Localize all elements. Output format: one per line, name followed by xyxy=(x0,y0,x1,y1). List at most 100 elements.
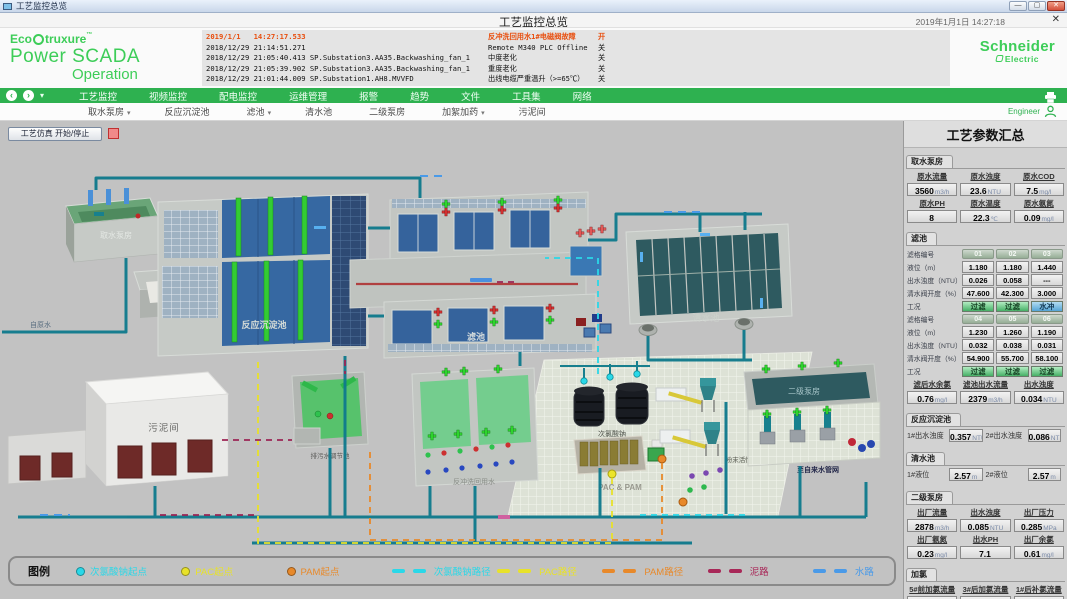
nav-item-tools[interactable]: 工具集 xyxy=(499,88,554,104)
alarm-source: 2018/12/29 21:01:44.009 SP.Substation1.A… xyxy=(206,74,488,85)
alarm-source: 2018/12/29 21:14:51.271 xyxy=(206,43,488,54)
cell-id: 02 xyxy=(996,249,1028,259)
secondary-pump-house[interactable]: 二级泵房 至自来水管网 xyxy=(744,359,880,474)
intake-pump-house[interactable]: 取水泵房 xyxy=(66,188,158,262)
value-box: 0.76mg/l xyxy=(907,391,957,404)
naclo-origin-icon xyxy=(76,567,85,576)
plant-diagram: 取水泵房 xyxy=(0,121,903,599)
legend-bar: 图例 次氯酸钠起点 PAC起点 PAM起点 次氯酸钠路径 PAC路径 xyxy=(8,556,896,586)
backwash-label: 反冲洗回用水 xyxy=(453,477,495,486)
cell-id: 05 xyxy=(996,314,1028,324)
nav-item-trend[interactable]: 趋势 xyxy=(397,88,442,104)
chevron-down-icon: ▾ xyxy=(268,110,272,117)
value-box: 0.09mg/l xyxy=(1014,210,1064,223)
back-button[interactable]: ‹ xyxy=(6,90,17,101)
subnav-dosing[interactable]: 加絮加药▾ xyxy=(442,105,485,118)
panel-section-intake: 取水泵房 原水流量3560m3/h 原水浊度23.6NTU 原水COD7.5mg… xyxy=(906,150,1065,225)
sludge-route-icon xyxy=(708,569,721,573)
subnav-intake[interactable]: 取水泵房▾ xyxy=(88,105,131,118)
eco-prefix: Eco xyxy=(10,32,32,46)
panel-section-clearwell: 清水池 1#液位 2.57m 2#液位 2.57m xyxy=(906,447,1065,484)
subnav-filter[interactable]: 滤池▾ xyxy=(247,105,272,118)
mode-badge: 过滤 xyxy=(996,301,1028,312)
alarm-row[interactable]: 2018/12/29 21:01:44.009 SP.Substation1.A… xyxy=(206,74,950,85)
alarm-row[interactable]: 2018/12/29 21:05:39.902 SP.Substation3.A… xyxy=(206,64,950,75)
sub-nav: 取水泵房▾ 反应沉淀池 滤池▾ 清水池 二级泵房 加絮加药▾ 污泥间 Engin… xyxy=(0,103,1067,121)
forward-button[interactable]: › xyxy=(23,90,34,101)
value-box: 0.038 xyxy=(996,339,1028,351)
chevron-down-icon: ▾ xyxy=(481,110,485,117)
sludge-house[interactable]: 污泥间 xyxy=(8,372,228,486)
alarm-row[interactable]: 2019/1/1 14:27:17.533 反冲洗回用水1#电磁阀故障 开 xyxy=(206,32,950,43)
inner-close-icon[interactable]: ✕ xyxy=(1052,14,1060,25)
mode-badge: 过滤 xyxy=(962,301,994,312)
value-box: 0.285MPa xyxy=(1014,519,1064,532)
naclo-route-icon xyxy=(392,569,405,573)
value-box: 0.031 xyxy=(1031,339,1063,351)
value-box: --- xyxy=(1031,274,1063,286)
section-tab: 反应沉淀池 xyxy=(906,413,961,426)
close-button[interactable]: ✕ xyxy=(1047,1,1065,11)
value-box: 0.086NTU xyxy=(1028,429,1062,442)
subnav-clearwell[interactable]: 清水池 xyxy=(305,105,335,118)
value-box: 0.058 xyxy=(996,274,1028,286)
nav-item-video[interactable]: 视频监控 xyxy=(136,88,200,104)
value-box: 2878m3/h xyxy=(907,519,957,532)
value-box: 1.180 xyxy=(996,261,1028,273)
pump2-label: 二级泵房 xyxy=(788,386,820,396)
pam-origin-icon xyxy=(287,567,296,576)
sludge-house-label: 污泥间 xyxy=(148,422,180,434)
value-box: 0.026 xyxy=(962,274,994,286)
subnav-sludge[interactable]: 污泥间 xyxy=(519,105,549,118)
maximize-button[interactable]: ▢ xyxy=(1028,1,1046,11)
raw-water-label: 自原水 xyxy=(30,320,51,329)
legend-item: 泥路 xyxy=(708,564,813,578)
backwash-reuse-tank[interactable]: 反冲洗回用水 xyxy=(412,365,538,486)
subnav-sedimentation[interactable]: 反应沉淀池 xyxy=(165,105,213,118)
value-box: 22.3℃ xyxy=(960,210,1010,223)
panel-title: 工艺参数汇总 xyxy=(904,121,1067,148)
clearwell-tank[interactable]: 清水池 xyxy=(626,224,792,336)
alarm-state: 关 xyxy=(598,74,614,85)
legend-title: 图例 xyxy=(28,563,50,579)
filter-building[interactable]: 滤池 xyxy=(350,192,611,358)
value-box: 2.57m xyxy=(1028,468,1062,481)
value-box: 7.5mg/l xyxy=(1014,183,1064,196)
section-tab: 滤池 xyxy=(906,232,937,245)
cell-id: 03 xyxy=(1031,249,1063,259)
legend-item: PAM起点 xyxy=(287,564,392,578)
alarm-message: 中度老化 xyxy=(488,53,598,64)
alarm-row[interactable]: 2018/12/29 21:14:51.271 Remote M340 PLC … xyxy=(206,43,950,54)
alarm-source: 2018/12/29 21:05:40.413 SP.Substation3.A… xyxy=(206,53,488,64)
section-tab: 取水泵房 xyxy=(906,155,953,168)
alarm-list: 2019/1/1 14:27:17.533 反冲洗回用水1#电磁阀故障 开 20… xyxy=(202,30,950,86)
cell-id: 01 xyxy=(962,249,994,259)
regulating-pond[interactable]: 排污水调节池 xyxy=(292,372,368,460)
nav-item-alarm[interactable]: 报警 xyxy=(346,88,391,104)
naclo-label: 次氯酸钠 xyxy=(598,429,626,438)
value-box: 0.085NTU xyxy=(960,519,1010,532)
panel-section-chlorine: 加氯 5#前加氯流量0.38Kg/h 3#后加氯流量3.34Kg/h 1#后补氯… xyxy=(906,563,1065,599)
ecostruxure-logo: Ecotruxure™ Power SCADA Operation xyxy=(10,32,140,83)
nav-item-process[interactable]: 工艺监控 xyxy=(66,88,130,104)
alarm-state: 开 xyxy=(598,32,614,43)
product-name-line2: Operation xyxy=(72,66,140,83)
mode-badge: 水冲 xyxy=(1031,301,1063,312)
main-nav: ‹ › ▾ 工艺监控 视频监控 配电监控 运维管理 报警 趋势 文件 工具集 网… xyxy=(0,88,1067,103)
schneider-mark-icon xyxy=(995,55,1003,62)
section-tab: 二级泵房 xyxy=(906,491,953,504)
simulation-toggle-button[interactable]: 工艺仿真 开始/停止 xyxy=(8,127,102,141)
nav-item-files[interactable]: 文件 xyxy=(448,88,493,104)
to-network-label: 至自来水管网 xyxy=(797,465,839,474)
alarm-row[interactable]: 2018/12/29 21:05:40.413 SP.Substation3.A… xyxy=(206,53,950,64)
nav-item-network[interactable]: 网络 xyxy=(560,88,605,104)
chevron-down-icon[interactable]: ▾ xyxy=(40,91,44,100)
subnav-pump2[interactable]: 二级泵房 xyxy=(369,105,408,118)
nav-item-power[interactable]: 配电监控 xyxy=(206,88,270,104)
value-box: 1.230 xyxy=(962,326,994,338)
sedimentation-tank[interactable]: 反应沉淀池 xyxy=(158,194,368,356)
value-box: 42.300 xyxy=(996,287,1028,299)
nav-item-ops[interactable]: 运维管理 xyxy=(276,88,340,104)
user-menu[interactable]: Engineer xyxy=(1008,105,1057,118)
minimize-button[interactable]: — xyxy=(1009,1,1027,11)
